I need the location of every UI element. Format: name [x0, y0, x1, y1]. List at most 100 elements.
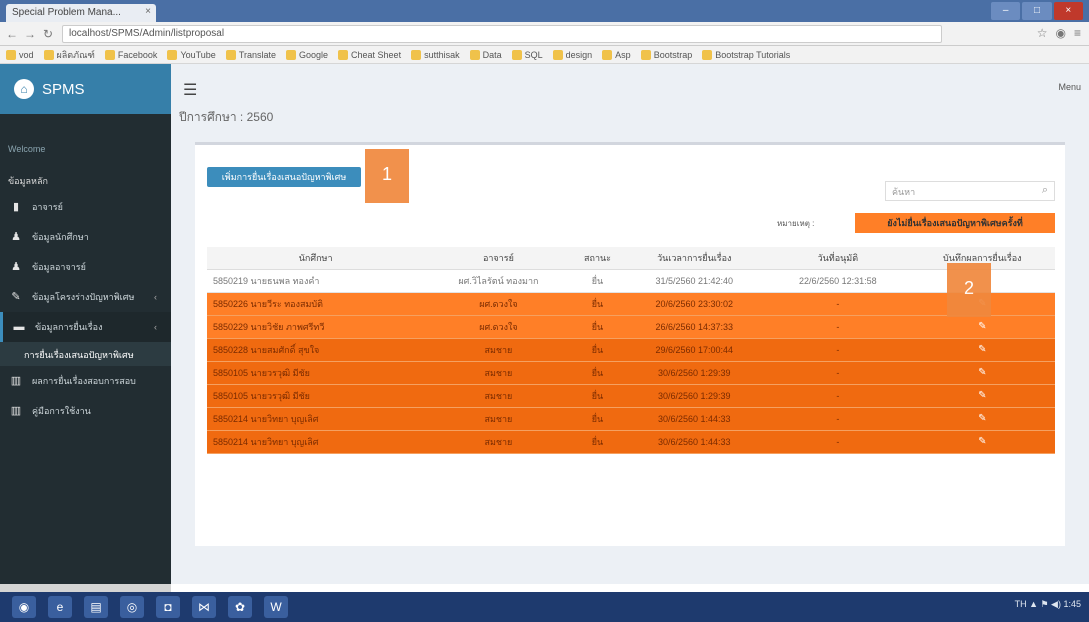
bookmark-icon — [552, 49, 563, 60]
word-icon[interactable]: W — [264, 596, 288, 618]
bookmark-icon — [702, 49, 713, 60]
table-row[interactable]: 5850226 นายวีระ ทองสมบัติ ผศ.ดวงใจ ยื่น 20/… — [207, 292, 1055, 316]
back-icon[interactable]: ← — [4, 26, 20, 42]
sidebar-item[interactable]: ▥ คู่มือการใช้งาน — [0, 396, 171, 426]
status-cell: ยื่น — [591, 436, 604, 447]
search-input[interactable]: ค้นหา ⌕ — [885, 181, 1055, 201]
sidebar-item[interactable]: ♟ ข้อมูลนักศึกษา — [0, 222, 171, 252]
table-cell: 5850228 นายสมศักดิ์ สุขใจ — [207, 338, 425, 362]
status-cell: ยื่น — [591, 390, 604, 401]
chrome-icon[interactable]: ◎ — [120, 596, 144, 618]
bookmark-item[interactable]: ผลิตภัณฑ์ — [43, 48, 95, 61]
sidebar-item[interactable]: ▬ ข้อมูลการยื่นเรื่อง ‹ — [0, 312, 171, 342]
sidebar-item-label: ข้อมูลการยื่นเรื่อง — [35, 322, 103, 332]
edit-icon[interactable]: ✎ — [978, 413, 986, 424]
column-header[interactable]: สถานะ — [572, 247, 623, 270]
table-row[interactable]: 5850228 นายสมศักดิ์ สุขใจ สมชาย ยื่น 29/6/2… — [207, 338, 1055, 362]
approved-cell: 22/6/2560 12:31:58 — [799, 275, 877, 286]
bookmark-item[interactable]: Bootstrap Tutorials — [702, 48, 790, 61]
table-cell: - — [766, 292, 910, 316]
sidebar-item[interactable]: ▮ อาจารย์ — [0, 192, 171, 222]
bookmark-label: SQL — [524, 49, 543, 60]
reload-icon[interactable]: ↻ — [40, 26, 56, 42]
bookmark-label: YouTube — [180, 49, 216, 60]
bookmark-item[interactable]: Google — [286, 48, 328, 61]
book-icon: ▥ — [10, 375, 22, 387]
bookmark-item[interactable]: Data — [469, 48, 502, 61]
close-window-icon[interactable]: × — [1053, 2, 1083, 20]
home-icon: ⌂ — [14, 79, 34, 99]
table-row[interactable]: 5850105 นายวรวุฒิ มีชัย สมชาย ยื่น 30/6/256… — [207, 384, 1055, 408]
visual-studio-icon[interactable]: ⋈ — [192, 596, 216, 618]
ie-icon[interactable]: e — [48, 596, 72, 618]
edit-icon[interactable]: ✎ — [978, 321, 986, 332]
bookmark-item[interactable]: Facebook — [104, 48, 157, 61]
column-header[interactable]: วันที่อนุมัติ — [766, 247, 910, 270]
sidebar-item[interactable]: ♟ ข้อมูลอาจารย์ — [0, 252, 171, 282]
table-row[interactable]: 5850219 นายธนพล ทองคำ ผศ.วิไลรัตน์ ทองมาก… — [207, 269, 1055, 293]
edit-icon[interactable]: ✎ — [978, 344, 986, 355]
sidebar-item[interactable]: ✎ ข้อมูลโครงร่างปัญหาพิเศษ ‹ — [0, 282, 171, 312]
bookmark-item[interactable]: Asp — [602, 48, 631, 61]
table-cell: 5850105 นายวรวุฒิ มีชัย — [207, 361, 425, 385]
column-header[interactable]: วันเวลาการยื่นเรื่อง — [622, 247, 767, 270]
bookmark-item[interactable]: vod — [6, 48, 34, 61]
tab-close-icon[interactable]: × — [145, 6, 151, 17]
bookmark-icon — [338, 49, 349, 60]
bookmark-item[interactable]: Cheat Sheet — [338, 48, 401, 61]
status-cell: ยื่น — [591, 367, 604, 378]
student-cell: 5850229 นายวิชัย ภาพศรีทวี — [213, 321, 325, 332]
bookmark-item[interactable]: SQL — [511, 48, 543, 61]
folder-icon[interactable]: ▤ — [84, 596, 108, 618]
edit-icon[interactable]: ✎ — [978, 367, 986, 378]
app-icon[interactable]: ◘ — [156, 596, 180, 618]
bookmark-item[interactable]: YouTube — [167, 48, 216, 61]
table-row[interactable]: 5850214 นายวิทยา บุญเลิศ สมชาย ยื่น 30/6/25… — [207, 407, 1055, 431]
table-row[interactable]: 5850214 นายวิทยา บุญเลิศ สมชาย ยื่น 30/6/25… — [207, 430, 1055, 454]
sidebar-item[interactable]: ▥ ผลการยื่นเรื่องสอบการสอบ — [0, 366, 171, 396]
brand[interactable]: ⌂ SPMS — [0, 64, 171, 114]
submenu-item-proposal[interactable]: การยื่นเรื่องเสนอปัญหาพิเศษ — [0, 342, 171, 366]
approved-cell: - — [836, 321, 840, 332]
hamburger-icon[interactable]: ☰ — [183, 80, 197, 100]
submitted-cell: 29/6/2560 17:00:44 — [655, 344, 734, 355]
bookmark-item[interactable]: design — [552, 48, 592, 61]
paint-icon[interactable]: ✿ — [228, 596, 252, 618]
chevron-icon: ‹ — [154, 292, 157, 302]
approved-cell: - — [836, 367, 840, 378]
student-cell: 5850214 นายวิทยา บุญเลิศ — [213, 413, 319, 424]
bookmark-item[interactable]: Bootstrap — [640, 48, 692, 61]
forward-icon[interactable]: → — [22, 26, 38, 42]
edit-icon[interactable]: ✎ — [978, 436, 986, 447]
star-icon[interactable]: ☆ — [1037, 26, 1048, 40]
user-icon: ♟ — [11, 231, 21, 243]
column-header[interactable]: นักศึกษา — [207, 247, 425, 270]
bookmark-item[interactable]: Translate — [225, 48, 276, 61]
submitted-cell: 30/6/2560 1:44:33 — [657, 413, 731, 424]
minimize-icon[interactable]: – — [991, 2, 1021, 20]
advisor-cell: ผศ.ดวงใจ — [479, 321, 518, 332]
browser-tab[interactable]: Special Problem Mana... × — [6, 4, 156, 22]
table-cell: 30/6/2560 1:44:33 — [622, 407, 767, 431]
table-cell: ยื่น — [572, 407, 623, 431]
window-controls: – □ × — [991, 2, 1083, 20]
start-icon[interactable]: ◉ — [12, 596, 36, 618]
sidebar-item-label: ข้อมูลอาจารย์ — [32, 262, 86, 272]
menu-icon[interactable]: ≡ — [1074, 26, 1081, 40]
extension-icon[interactable]: ◉ — [1056, 26, 1066, 40]
search-icon: ⌕ — [1041, 184, 1048, 196]
proposal-table: นักศึกษา อาจารย์ สถานะ วันเวลาการยื่นเรื่อง… — [207, 247, 1055, 454]
column-header[interactable]: อาจารย์ — [424, 247, 573, 270]
student-cell: 5850228 นายสมศักดิ์ สุขใจ — [213, 344, 320, 355]
add-proposal-button[interactable]: เพิ่มการยื่นเรื่องเสนอปัญหาพิเศษ — [207, 167, 361, 187]
approved-cell: - — [836, 436, 840, 447]
maximize-icon[interactable]: □ — [1022, 2, 1052, 20]
table-row[interactable]: 5850229 นายวิชัย ภาพศรีทวี ผศ.ดวงใจ ยื่น 26… — [207, 315, 1055, 339]
table-cell: 22/6/2560 12:31:58 — [766, 269, 910, 293]
address-bar[interactable]: localhost/SPMS/Admin/listproposal — [62, 25, 942, 43]
top-menu-link[interactable]: Menu — [1058, 82, 1081, 92]
bookmark-item[interactable]: sutthisak — [411, 48, 460, 61]
edit-icon[interactable]: ✎ — [978, 390, 986, 401]
table-row[interactable]: 5850105 นายวรวุฒิ มีชัย สมชาย ยื่น 30/6/256… — [207, 361, 1055, 385]
content-box: เพิ่มการยื่นเรื่องเสนอปัญหาพิเศษ 1 ค้นหา… — [195, 142, 1065, 546]
